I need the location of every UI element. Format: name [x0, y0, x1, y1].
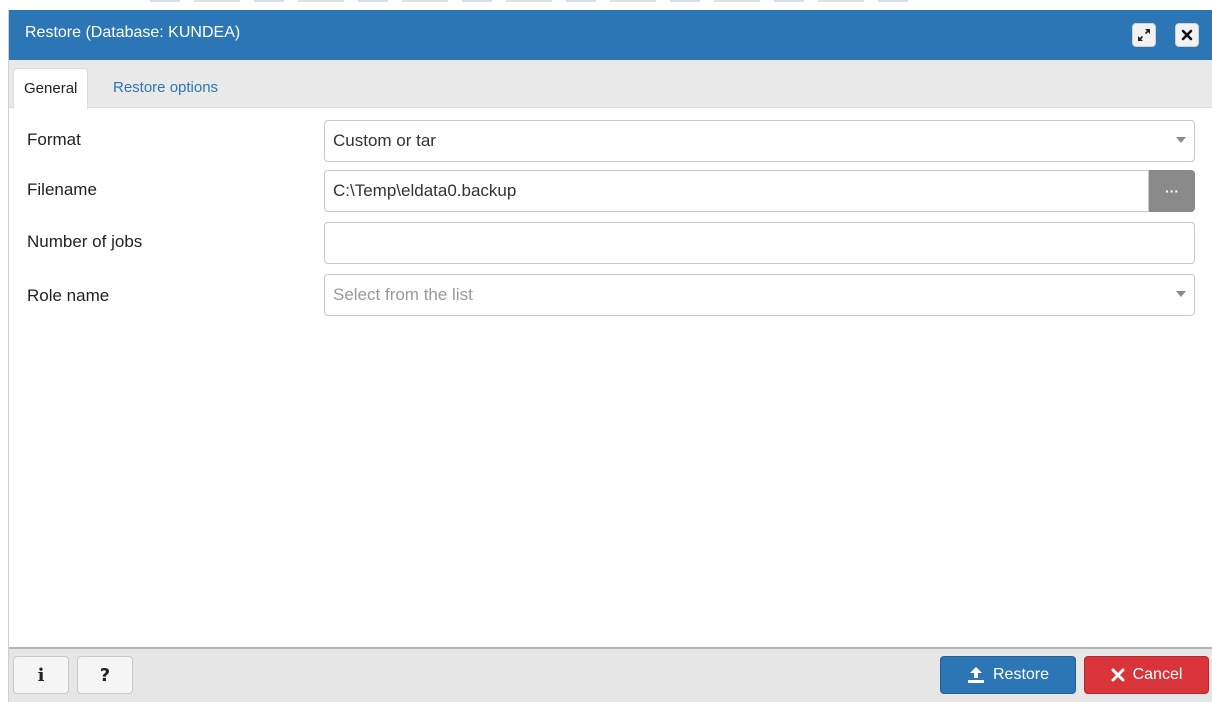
- filename-label: Filename: [27, 180, 97, 199]
- question-icon: ?: [99, 664, 111, 686]
- tab-bar: General Restore options: [9, 60, 1212, 109]
- jobs-row: Number of jobs: [9, 220, 1212, 268]
- dialog-titlebar[interactable]: Restore (Database: KUNDEA): [9, 10, 1212, 60]
- expand-icon: [1137, 28, 1151, 42]
- cancel-button[interactable]: Cancel: [1084, 656, 1209, 694]
- role-placeholder: Select from the list: [333, 285, 473, 304]
- restore-label: Restore: [992, 666, 1050, 683]
- restore-dialog: Restore (Database: KUNDEA) General Resto…: [8, 10, 1212, 702]
- format-select[interactable]: Custom or tar: [324, 120, 1195, 162]
- chevron-down-icon: [1176, 291, 1186, 297]
- role-select[interactable]: Select from the list: [324, 274, 1195, 316]
- format-label: Format: [27, 130, 81, 149]
- close-icon: [1111, 668, 1125, 682]
- format-row: Format Custom or tar: [9, 120, 1212, 168]
- close-button[interactable]: [1175, 23, 1199, 47]
- background-page-strip: [0, 0, 1212, 10]
- filename-value: C:\Temp\eldata0.backup: [333, 181, 517, 200]
- role-label: Role name: [27, 286, 110, 305]
- close-icon: [1181, 29, 1193, 41]
- tab-general[interactable]: General: [13, 68, 89, 109]
- restore-button[interactable]: Restore: [940, 656, 1076, 694]
- cancel-label: Cancel: [1132, 666, 1183, 683]
- chevron-down-icon: [1176, 137, 1186, 143]
- upload-icon: [967, 666, 985, 684]
- jobs-label: Number of jobs: [27, 232, 143, 251]
- filename-input[interactable]: C:\Temp\eldata0.backup: [324, 170, 1149, 212]
- filename-row: Filename C:\Temp\eldata0.backup ···: [9, 168, 1212, 216]
- help-button[interactable]: ?: [77, 656, 133, 694]
- info-icon: i: [37, 664, 45, 686]
- dialog-title: Restore (Database: KUNDEA): [25, 24, 241, 41]
- ellipsis-icon: ···: [1165, 183, 1179, 199]
- jobs-input[interactable]: [324, 222, 1195, 264]
- tab-restore-options[interactable]: Restore options: [103, 68, 228, 108]
- background-breadcrumb-ghost: [150, 0, 910, 2]
- format-value: Custom or tar: [333, 131, 436, 150]
- maximize-button[interactable]: [1132, 23, 1156, 47]
- info-button[interactable]: i: [13, 656, 69, 694]
- browse-file-button[interactable]: ···: [1149, 170, 1195, 212]
- role-row: Role name Select from the list: [9, 274, 1212, 322]
- dialog-footer: i ? Restore Cancel: [9, 647, 1212, 702]
